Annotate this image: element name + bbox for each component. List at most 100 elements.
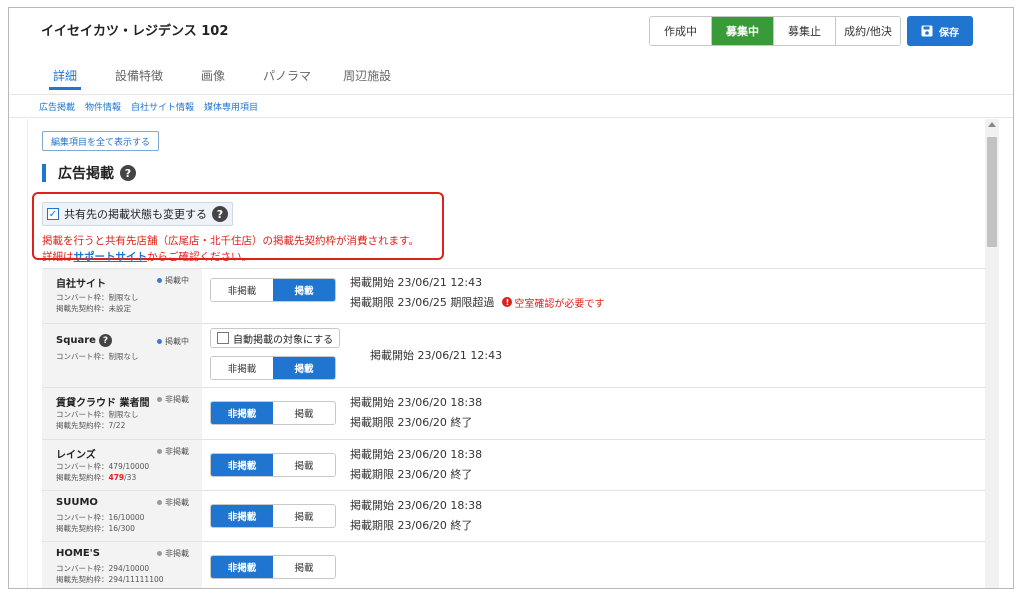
media-convert-quota: コンバート枠：制限なし [56, 352, 139, 361]
warning-prefix: 詳細は [42, 251, 74, 263]
media-row-own-site: 自社サイト コンバート枠：制限なし 掲載先契約枠：未設定 掲載中 非掲載 掲載 … [42, 268, 985, 323]
media-name: Square? [56, 334, 112, 347]
post-toggle: 非掲載 掲載 [210, 278, 336, 302]
checkbox-checked-icon[interactable]: ✓ [47, 208, 59, 220]
media-convert-quota: コンバート枠：479/10000 [56, 462, 150, 471]
post-deadline-text: 掲載期限 23/06/20 終了 [350, 519, 473, 532]
status-badge: 非掲載 [157, 446, 189, 457]
media-row-square: Square? コンバート枠：制限なし 掲載中 自動掲載の対象にする 非掲載 掲… [42, 323, 985, 387]
unpost-option[interactable]: 非掲載 [211, 357, 273, 379]
media-name: レインズ [56, 450, 96, 461]
media-contract-quota: 掲載先契約枠：294/11111100 [56, 575, 164, 584]
post-option[interactable]: 掲載 [273, 505, 335, 527]
media-name: HOME'S [56, 548, 100, 559]
status-stopped-button[interactable]: 募集止 [774, 17, 836, 45]
post-start-text: 掲載開始 23/06/20 18:38 [350, 448, 483, 461]
save-label: 保存 [939, 27, 959, 39]
tab-bar: 詳細 設備特徴 画像 パノラマ 周辺施設 [39, 60, 405, 90]
post-start-text: 掲載開始 23/06/20 18:38 [350, 396, 483, 409]
media-contract-quota: 掲載先契約枠：7/22 [56, 421, 126, 430]
tab-images[interactable]: 画像 [177, 60, 239, 90]
share-status-checkbox[interactable]: ✓ 共有先の掲載状態も変更する ? [42, 202, 233, 226]
scroll-up-arrow-icon[interactable] [988, 122, 996, 127]
media-info-cell: 賃貸クラウド 業者間 コンバート枠：制限なし 掲載先契約枠：7/22 非掲載 [42, 388, 202, 439]
media-row-reins: レインズ コンバート枠：479/10000 掲載先契約枠：479/33 非掲載 … [42, 439, 985, 490]
save-button[interactable]: 保存 [907, 16, 973, 46]
status-badge: 非掲載 [157, 497, 189, 508]
auto-post-checkbox[interactable]: 自動掲載の対象にする [210, 328, 341, 348]
app-window: イイセイカツ・レジデンス 102 作成中 募集中 募集止 成約/他決 保存 詳細… [8, 7, 1014, 589]
help-icon[interactable]: ? [98, 334, 112, 347]
subnav-media-fields[interactable]: 媒体専用項目 [204, 100, 258, 113]
header: イイセイカツ・レジデンス 102 作成中 募集中 募集止 成約/他決 保存 詳細… [9, 8, 1013, 94]
media-convert-quota: コンバート枠：16/10000 [56, 513, 145, 522]
status-badge: 掲載中 [157, 275, 189, 286]
post-start-text: 掲載開始 23/06/20 18:38 [350, 499, 483, 512]
help-icon[interactable]: ? [120, 165, 136, 181]
status-contracted-button[interactable]: 成約/他決 [836, 17, 900, 45]
tab-panorama[interactable]: パノラマ [239, 60, 325, 90]
status-button-group: 作成中 募集中 募集止 成約/他決 [649, 16, 901, 46]
post-option[interactable]: 掲載 [273, 556, 335, 578]
post-deadline-text: 掲載期限 23/06/25 期限超過 [350, 296, 495, 309]
subnav-own-site-info[interactable]: 自社サイト情報 [131, 100, 194, 113]
section-title: 広告掲載 [58, 166, 114, 182]
media-contract-quota: 掲載先契約枠：16/300 [56, 524, 135, 533]
post-start-text: 掲載開始 23/06/21 12:43 [350, 276, 483, 289]
status-dot-icon [157, 551, 162, 556]
post-deadline: 掲載期限 23/06/25 期限超過 ! 空室確認が必要です [350, 294, 604, 310]
vacancy-alert: ! 空室確認が必要です [502, 295, 604, 310]
media-name: 自社サイト [56, 279, 106, 290]
media-info-cell: レインズ コンバート枠：479/10000 掲載先契約枠：479/33 非掲載 [42, 440, 202, 490]
section-accent-bar [42, 164, 46, 182]
support-site-link[interactable]: サポートサイト [74, 251, 148, 263]
warning-support-text: 詳細はサポートサイトからご確認ください。 [42, 249, 252, 264]
unpost-option[interactable]: 非掲載 [211, 556, 273, 578]
show-all-fields-button[interactable]: 編集項目を全て表示する [42, 131, 160, 151]
section-header: 広告掲載 ? [42, 163, 136, 183]
media-info-cell: SUUMO コンバート枠：16/10000 掲載先契約枠：16/300 非掲載 [42, 491, 202, 541]
main-content: 編集項目を全て表示する 広告掲載 ? ✓ 共有先の掲載状態も変更する ? 掲載を… [27, 119, 985, 588]
media-row-suumo: SUUMO コンバート枠：16/10000 掲載先契約枠：16/300 非掲載 … [42, 490, 985, 541]
status-dot-icon [157, 397, 162, 402]
post-option[interactable]: 掲載 [273, 357, 335, 379]
status-dot-icon [157, 278, 162, 283]
unpost-option[interactable]: 非掲載 [211, 505, 273, 527]
media-info-cell: HOME'S コンバート枠：294/10000 掲載先契約枠：294/11111… [42, 542, 202, 588]
post-toggle: 非掲載 掲載 [210, 453, 336, 477]
status-badge: 非掲載 [157, 548, 189, 559]
post-toggle: 非掲載 掲載 [210, 555, 336, 579]
media-contract-quota: 掲載先契約枠：479/33 [56, 473, 137, 482]
scroll-thumb[interactable] [987, 137, 997, 247]
status-dot-icon [157, 500, 162, 505]
media-row-homes: HOME'S コンバート枠：294/10000 掲載先契約枠：294/11111… [42, 541, 985, 588]
tab-details[interactable]: 詳細 [39, 60, 91, 90]
status-dot-icon [157, 339, 162, 344]
status-dot-icon [157, 449, 162, 454]
tab-nearby[interactable]: 周辺施設 [325, 60, 405, 90]
auto-post-label: 自動掲載の対象にする [233, 334, 334, 346]
vertical-scrollbar[interactable] [985, 119, 999, 588]
post-toggle: 非掲載 掲載 [210, 401, 336, 425]
status-badge: 掲載中 [157, 336, 189, 347]
status-drafting-button[interactable]: 作成中 [650, 17, 712, 45]
post-deadline-text: 掲載期限 23/06/20 終了 [350, 468, 473, 481]
unpost-option[interactable]: 非掲載 [211, 454, 273, 476]
post-option[interactable]: 掲載 [273, 402, 335, 424]
tab-equipment[interactable]: 設備特徴 [91, 60, 177, 90]
unpost-option[interactable]: 非掲載 [211, 402, 273, 424]
media-name: 賃貸クラウド 業者間 [56, 398, 150, 409]
media-info-cell: 自社サイト コンバート枠：制限なし 掲載先契約枠：未設定 掲載中 [42, 269, 202, 323]
status-recruiting-button[interactable]: 募集中 [712, 17, 774, 45]
section-subnav: 広告掲載 物件情報 自社サイト情報 媒体専用項目 [9, 94, 1013, 118]
subnav-ad-posting[interactable]: 広告掲載 [39, 100, 75, 113]
help-icon[interactable]: ? [212, 206, 228, 222]
warning-text: 掲載を行うと共有先店舗（広尾店・北千住店）の掲載先契約枠が消費されます。 [42, 235, 419, 247]
post-option[interactable]: 掲載 [273, 454, 335, 476]
media-convert-quota: コンバート枠：制限なし [56, 410, 139, 419]
checkbox-unchecked-icon[interactable] [217, 332, 229, 344]
post-option[interactable]: 掲載 [273, 279, 335, 301]
subnav-property-info[interactable]: 物件情報 [85, 100, 121, 113]
unpost-option[interactable]: 非掲載 [211, 279, 273, 301]
media-name: SUUMO [56, 497, 98, 508]
